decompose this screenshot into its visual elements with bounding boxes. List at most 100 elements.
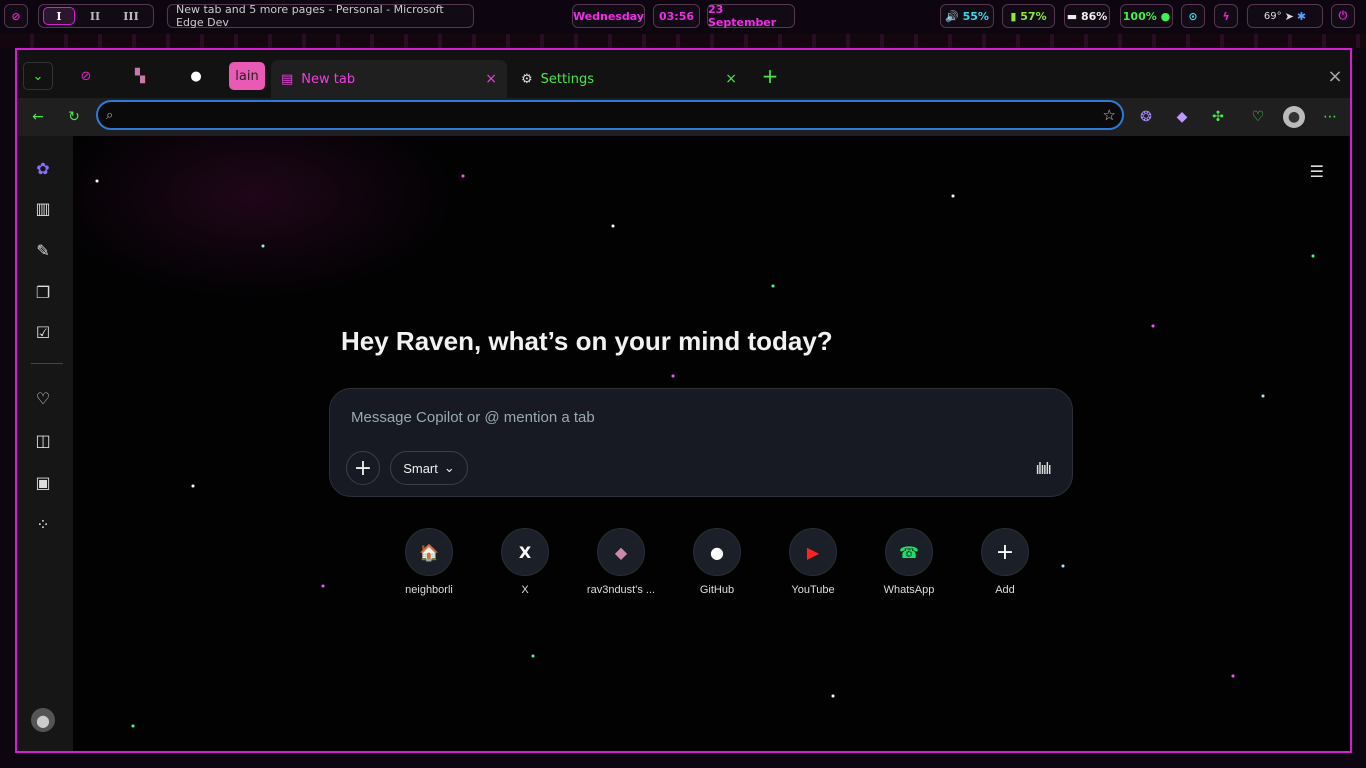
extension-2-icon[interactable]: ◆ [1171, 106, 1193, 128]
temperature-value: 69° [1263, 10, 1282, 22]
date-label: 23 September [707, 3, 795, 29]
add-attachment-button[interactable]: + [346, 451, 380, 485]
image-tools-icon[interactable]: ▣ [31, 470, 55, 494]
add-plus-icon: + [981, 528, 1029, 576]
pinned-tab-lain[interactable]: lain [229, 62, 265, 90]
github-icon: ● [693, 528, 741, 576]
brightness-indicator[interactable]: 100% ● [1120, 4, 1173, 28]
voice-input-icon[interactable]: ılıılı [1035, 459, 1052, 478]
shortcut-label: neighborli [405, 584, 453, 596]
neighborli-icon: 🏠 [405, 528, 453, 576]
greeting-heading: Hey Raven, what’s on your mind today? [341, 326, 833, 356]
decorative-band [0, 34, 1366, 48]
shopping-bag-icon[interactable]: ◫ [31, 428, 55, 452]
volume-value: 55% [962, 9, 989, 23]
mode-label: Smart [403, 460, 438, 476]
refresh-icon[interactable]: ↻ [63, 106, 85, 128]
copilot-message-input[interactable]: Message Copilot or @ mention a tab [351, 409, 595, 426]
workspace-1[interactable]: I [43, 7, 75, 25]
shortcut-neighborli[interactable]: 🏠 neighborli [389, 528, 469, 596]
tab-settings[interactable]: ⚙ Settings × [511, 60, 747, 98]
telegram-icon[interactable]: ➤ [1285, 10, 1294, 23]
day-label: Wednesday [572, 4, 645, 28]
workspace-3[interactable]: III [115, 7, 147, 25]
shortcut-x[interactable]: X X [485, 528, 565, 596]
mode-selector[interactable]: Smart ⌄ [390, 451, 468, 485]
shortcut-whatsapp[interactable]: ☎ WhatsApp [869, 528, 949, 596]
battery-value: 86% [1080, 9, 1108, 23]
window-title: New tab and 5 more pages - Personal - Mi… [167, 3, 474, 29]
extensions-puzzle-icon[interactable]: ✣ [1207, 106, 1229, 128]
apps-grid-icon[interactable]: ⁘ [31, 512, 55, 536]
close-tab-icon[interactable]: × [485, 71, 497, 87]
tray-dot-icon[interactable]: ⊙ [1181, 4, 1205, 28]
power-icon[interactable]: ⏻ [1331, 4, 1355, 28]
address-bar-row: ← ↻ ⌕ ☆ ❂ ◆ ✣ ♡ ● ⋯ [17, 98, 1350, 136]
address-bar[interactable]: ⌕ ☆ [96, 100, 1124, 130]
more-menu-icon[interactable]: ⋯ [1319, 106, 1341, 128]
brightness-value: 100% [1122, 9, 1157, 23]
x-logo-icon: X [501, 528, 549, 576]
profile-avatar-icon[interactable]: ● [1283, 106, 1305, 128]
copilot-icon[interactable]: ✿ [31, 156, 55, 180]
volume-indicator[interactable]: 🔊 55% [940, 4, 994, 28]
pinned-tab-avatar-icon[interactable]: ▚ [125, 62, 155, 90]
tab-new-tab[interactable]: ▤ New tab × [271, 60, 507, 98]
sidebar-avatar[interactable]: ● [31, 708, 55, 732]
browser-essentials-icon[interactable]: ♡ [1247, 106, 1269, 128]
sidebar-panel-icon[interactable]: ▥ [31, 196, 55, 220]
speaker-icon: 🔊 [945, 9, 959, 23]
shortcut-rav3ndust[interactable]: ◆ rav3ndust's ... [581, 528, 661, 596]
pinned-tab-github-icon[interactable]: ● [181, 62, 211, 90]
shortcut-label: X [521, 584, 529, 596]
top-status-bar: ⊘ I II III New tab and 5 more pages - Pe… [0, 0, 1366, 34]
bolt-icon[interactable]: ϟ [1214, 4, 1238, 28]
wifi-icon: ▮ [1010, 9, 1017, 23]
window-close-icon[interactable]: × [1320, 62, 1350, 90]
wifi-indicator[interactable]: ▮ 57% [1002, 4, 1055, 28]
extension-1-icon[interactable]: ❂ [1135, 106, 1157, 128]
copilot-composer: Message Copilot or @ mention a tab + Sma… [329, 388, 1073, 497]
shortcut-label: YouTube [791, 584, 835, 596]
edge-sidebar: ✿ ▥ ✎ ❐ ☑ ♡ ◫ ▣ ⁘ ● [17, 136, 73, 751]
rav3ndust-avatar-icon: ◆ [597, 528, 645, 576]
bluetooth-icon[interactable]: ✱ [1297, 10, 1306, 23]
arch-icon[interactable]: ⊘ [4, 4, 28, 28]
compose-icon[interactable]: ✎ [31, 238, 55, 262]
tab-actions-chevron-icon[interactable]: ⌄ [23, 62, 53, 90]
tasks-check-icon[interactable]: ☑ [31, 320, 55, 344]
back-arrow-icon[interactable]: ← [27, 106, 49, 128]
battery-indicator[interactable]: ▬ 86% [1064, 4, 1110, 28]
shortcut-github[interactable]: ● GitHub [677, 528, 757, 596]
search-icon: ⌕ [106, 107, 114, 123]
battery-icon: ▬ [1066, 9, 1078, 23]
whatsapp-icon: ☎ [885, 528, 933, 576]
new-tab-button[interactable]: + [755, 62, 785, 90]
shortcut-label: GitHub [699, 584, 735, 596]
shortcut-add[interactable]: + Add [965, 528, 1045, 596]
page-settings-sliders-icon[interactable]: ☰ [1310, 162, 1324, 181]
clock: 03:56 [653, 4, 700, 28]
new-tab-page: ☰ Hey Raven, what’s on your mind today? … [73, 136, 1350, 751]
tab-label: New tab [301, 71, 356, 87]
shortcut-label: Add [995, 584, 1015, 596]
collections-icon[interactable]: ❐ [31, 280, 55, 304]
wifi-value: 57% [1020, 9, 1047, 23]
health-heart-icon[interactable]: ♡ [31, 386, 55, 410]
shortcut-label: rav3ndust's ... [586, 584, 656, 596]
workspace-switcher: I II III [38, 4, 154, 28]
workspace-2[interactable]: II [79, 7, 111, 25]
system-tray: 69° ➤ ✱ [1247, 4, 1323, 28]
favorite-star-icon[interactable]: ☆ [1103, 106, 1116, 124]
address-input[interactable] [128, 107, 1028, 123]
tab-label: Settings [540, 71, 594, 87]
pinned-tab-arch-icon[interactable]: ⊘ [71, 62, 101, 90]
close-tab-icon[interactable]: × [725, 71, 737, 87]
youtube-icon: ▶ [789, 528, 837, 576]
tab-bar: ⌄ ⊘ ▚ ● lain ▤ New tab × ⚙ Settings × + … [17, 50, 1350, 98]
shortcut-youtube[interactable]: ▶ YouTube [773, 528, 853, 596]
new-tab-page-icon: ▤ [281, 71, 294, 87]
sidebar-divider [31, 363, 63, 364]
browser-window: ⌄ ⊘ ▚ ● lain ▤ New tab × ⚙ Settings × + … [15, 48, 1352, 753]
chevron-down-icon: ⌄ [443, 460, 455, 475]
